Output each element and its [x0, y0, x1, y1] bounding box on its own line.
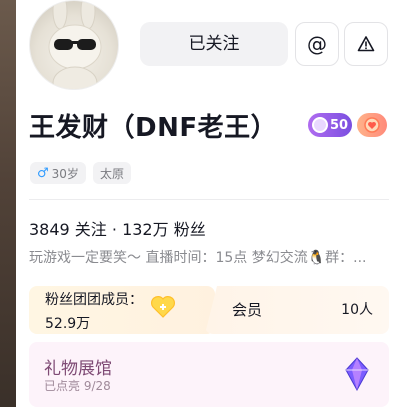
avatar-image [48, 1, 102, 89]
city-tag: 太原 [93, 162, 132, 184]
gift-hall-title: 礼物展馆 [44, 359, 112, 379]
profile-bio[interactable]: 玩游戏一定要笑～ 直播时间：15点 梦幻交流🐧群：... [29, 247, 389, 267]
fan-club-label: 粉丝团团成员：52.9万 [45, 292, 143, 332]
age-label: 30岁 [51, 166, 79, 181]
follow-button[interactable]: 已关注 [140, 22, 288, 66]
warning-icon [357, 36, 375, 52]
gender-age-tag: ♂ 30岁 [30, 162, 86, 184]
member-count: 10人 [341, 302, 373, 318]
level-number: 50 [330, 117, 349, 133]
mention-button[interactable]: @ [295, 22, 339, 66]
fan-club-card[interactable]: 粉丝团团成员：52.9万 [29, 286, 215, 334]
profile-name: 王发财（DNF老王） [29, 113, 278, 143]
fan-badge-icon [364, 117, 380, 133]
member-card[interactable]: 会员 10人 [205, 286, 389, 334]
gift-hall-progress: 已点亮 9/28 [44, 379, 111, 393]
level-gem-icon [312, 117, 328, 133]
divider [29, 199, 389, 200]
gift-hall-card[interactable]: 礼物展馆 已点亮 9/28 [29, 342, 389, 407]
male-icon: ♂ [37, 165, 49, 181]
avatar[interactable] [29, 0, 119, 90]
at-icon: @ [307, 32, 327, 56]
report-button[interactable] [344, 22, 388, 66]
level-badge[interactable]: 50 [308, 113, 352, 137]
fan-badge[interactable] [357, 113, 387, 137]
member-label: 会员 [232, 301, 263, 319]
heart-icon [151, 296, 175, 318]
follow-stats[interactable]: 3849 关注 · 132万 粉丝 [29, 216, 206, 240]
side-panel-edge [0, 0, 16, 407]
gem-icon [345, 357, 369, 392]
